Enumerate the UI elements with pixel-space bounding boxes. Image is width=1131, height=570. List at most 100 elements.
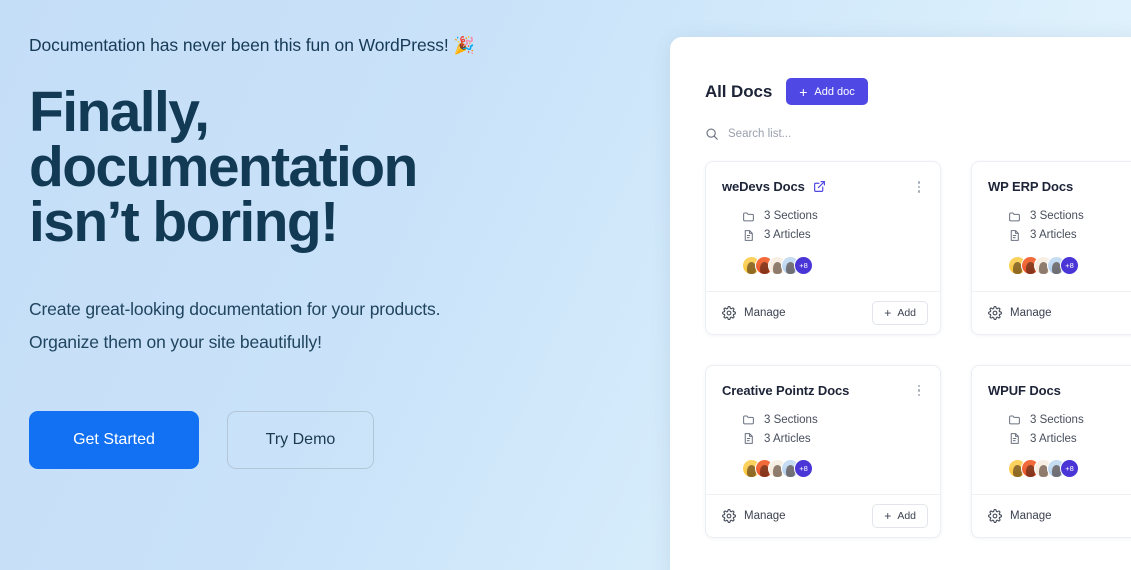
articles-count: 3 Articles <box>1030 229 1077 241</box>
hero-title-line-3: isn’t boring! <box>29 189 339 254</box>
folder-icon <box>1008 210 1021 223</box>
card-meta-list: 3 Sections 3 Articles <box>1008 413 1131 445</box>
card-title: WPUF Docs <box>988 382 1061 398</box>
doc-card[interactable]: WP ERP Docs 3 Sections 3 Articles +8 Man… <box>971 161 1131 335</box>
gear-icon <box>988 509 1002 523</box>
docs-card-grid: weDevs Docs 3 Sections 3 Articles +8 Man… <box>670 141 1131 538</box>
gear-icon <box>722 509 736 523</box>
folder-icon <box>742 413 755 426</box>
card-footer: Manage + Add <box>706 290 940 334</box>
card-title-row: WP ERP Docs <box>988 179 1131 195</box>
hero-title-line-2: documentation <box>29 134 418 199</box>
plus-icon: + <box>884 509 892 523</box>
card-title-row: Creative Pointz Docs <box>722 383 924 399</box>
panel-header: All Docs + Add doc <box>670 37 1131 105</box>
search-input[interactable] <box>728 128 928 140</box>
card-body: WP ERP Docs 3 Sections 3 Articles +8 <box>972 162 1131 291</box>
external-link-icon[interactable] <box>813 180 826 193</box>
card-meta-list: 3 Sections 3 Articles <box>742 413 924 445</box>
card-body: weDevs Docs 3 Sections 3 Articles +8 <box>706 162 940 291</box>
hero-section: Documentation has never been this fun on… <box>29 34 629 469</box>
plus-icon: + <box>884 305 892 320</box>
add-doc-label: Add doc <box>814 85 855 98</box>
articles-count-row: 3 Articles <box>1008 229 1131 242</box>
document-icon <box>1008 432 1021 445</box>
panel-title: All Docs <box>705 81 773 101</box>
plus-icon: + <box>799 83 808 100</box>
card-menu-icon[interactable] <box>914 383 925 399</box>
sections-count-row: 3 Sections <box>1008 413 1131 426</box>
hero-subtitle: Create great-looking documentation for y… <box>29 293 499 358</box>
manage-label: Manage <box>1010 510 1052 522</box>
document-icon <box>1008 229 1021 242</box>
sections-count-row: 3 Sections <box>1008 210 1131 223</box>
avatar-overflow-badge[interactable]: +8 <box>794 459 813 478</box>
manage-button[interactable]: Manage <box>722 305 786 320</box>
hero-actions: Get Started Try Demo <box>29 411 629 469</box>
gear-icon <box>722 305 736 320</box>
get-started-button[interactable]: Get Started <box>29 411 199 469</box>
avatar-stack[interactable]: +8 <box>1008 459 1131 478</box>
manage-button[interactable]: Manage <box>988 305 1052 320</box>
card-add-button[interactable]: + Add <box>872 504 928 528</box>
card-footer: Manage + Add <box>972 290 1131 334</box>
manage-label: Manage <box>744 306 786 319</box>
hero-title-line-1: Finally, <box>29 80 210 145</box>
sections-count: 3 Sections <box>1030 413 1084 426</box>
docs-app-panel: All Docs + Add doc weDevs Docs <box>670 37 1131 570</box>
card-add-label: Add <box>897 510 916 522</box>
manage-label: Manage <box>744 510 786 522</box>
card-body: Creative Pointz Docs 3 Sections 3 Articl… <box>706 366 940 495</box>
gear-icon <box>988 305 1002 320</box>
search-icon <box>705 127 719 141</box>
card-meta-list: 3 Sections 3 Articles <box>1008 210 1131 242</box>
add-doc-button[interactable]: + Add doc <box>786 78 868 105</box>
manage-button[interactable]: Manage <box>988 509 1052 523</box>
articles-count-row: 3 Articles <box>742 432 924 445</box>
card-title-row: WPUF Docs <box>988 383 1131 399</box>
card-footer: Manage + Add <box>972 494 1131 537</box>
hero-eyebrow-text: Documentation has never been this fun on… <box>29 35 449 55</box>
search-row[interactable] <box>705 127 1131 141</box>
doc-card[interactable]: Creative Pointz Docs 3 Sections 3 Articl… <box>705 364 941 538</box>
page-root: Documentation has never been this fun on… <box>0 0 1131 570</box>
articles-count: 3 Articles <box>764 432 811 445</box>
folder-icon <box>1008 413 1021 426</box>
card-add-label: Add <box>897 306 916 319</box>
try-demo-button[interactable]: Try Demo <box>227 411 374 469</box>
card-title: weDevs Docs <box>722 179 805 195</box>
card-menu-icon[interactable] <box>914 179 925 195</box>
hero-subtitle-line-1: Create great-looking documentation for y… <box>29 299 365 320</box>
sections-count-row: 3 Sections <box>742 413 924 426</box>
avatar-stack[interactable]: +8 <box>1008 255 1131 275</box>
sections-count-row: 3 Sections <box>742 210 924 223</box>
card-footer: Manage + Add <box>706 494 940 537</box>
articles-count: 3 Articles <box>764 229 811 241</box>
folder-icon <box>742 210 755 223</box>
party-popper-icon: 🎉 <box>453 36 475 55</box>
hero-eyebrow: Documentation has never been this fun on… <box>29 34 629 57</box>
document-icon <box>742 229 755 242</box>
sections-count: 3 Sections <box>764 413 818 426</box>
manage-button[interactable]: Manage <box>722 509 786 523</box>
avatar-overflow-badge[interactable]: +8 <box>1060 255 1079 275</box>
articles-count-row: 3 Articles <box>1008 432 1131 445</box>
avatar-stack[interactable]: +8 <box>742 255 924 275</box>
doc-card[interactable]: WPUF Docs 3 Sections 3 Articles +8 Manag… <box>971 364 1131 538</box>
manage-label: Manage <box>1010 306 1052 319</box>
avatar-overflow-badge[interactable]: +8 <box>1060 459 1079 478</box>
card-add-button[interactable]: + Add <box>872 300 928 325</box>
card-meta-list: 3 Sections 3 Articles <box>742 210 924 242</box>
card-title-row: weDevs Docs <box>722 179 924 195</box>
sections-count: 3 Sections <box>764 210 818 222</box>
card-title: Creative Pointz Docs <box>722 382 850 398</box>
card-body: WPUF Docs 3 Sections 3 Articles +8 <box>972 366 1131 495</box>
avatar-overflow-badge[interactable]: +8 <box>794 255 813 275</box>
articles-count: 3 Articles <box>1030 432 1077 445</box>
document-icon <box>742 432 755 445</box>
avatar-stack[interactable]: +8 <box>742 459 924 478</box>
card-title: WP ERP Docs <box>988 179 1074 195</box>
page-title: Finally, documentation isn’t boring! <box>29 80 629 254</box>
articles-count-row: 3 Articles <box>742 229 924 242</box>
doc-card[interactable]: weDevs Docs 3 Sections 3 Articles +8 Man… <box>705 161 941 335</box>
